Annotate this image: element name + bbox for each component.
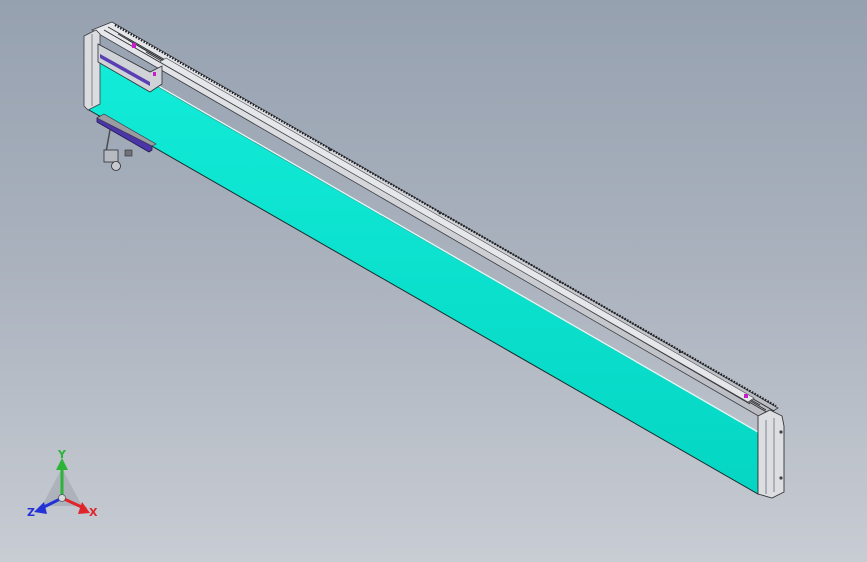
sensor-magenta-left (132, 43, 136, 48)
triad-origin (58, 494, 66, 502)
side-cover-face[interactable] (88, 45, 759, 495)
sensor-magenta-left-2 (153, 72, 156, 76)
right-end-bolt-1 (779, 430, 783, 434)
z-axis-label: Z (27, 506, 35, 519)
right-end-plate[interactable] (757, 409, 785, 499)
y-axis-label: Y (57, 448, 67, 461)
rail-channel (159, 57, 755, 403)
sensor-magenta-right (744, 394, 748, 398)
3d-model-view[interactable] (0, 0, 867, 562)
graphics-viewport[interactable]: Y X Z (0, 0, 867, 562)
coordinate-triad: Y X Z (22, 446, 106, 526)
x-axis-label: X (89, 506, 98, 519)
toothed-belt (114, 24, 777, 407)
right-end-bolt-2 (779, 476, 783, 480)
side-cover-top-edge (88, 45, 759, 433)
